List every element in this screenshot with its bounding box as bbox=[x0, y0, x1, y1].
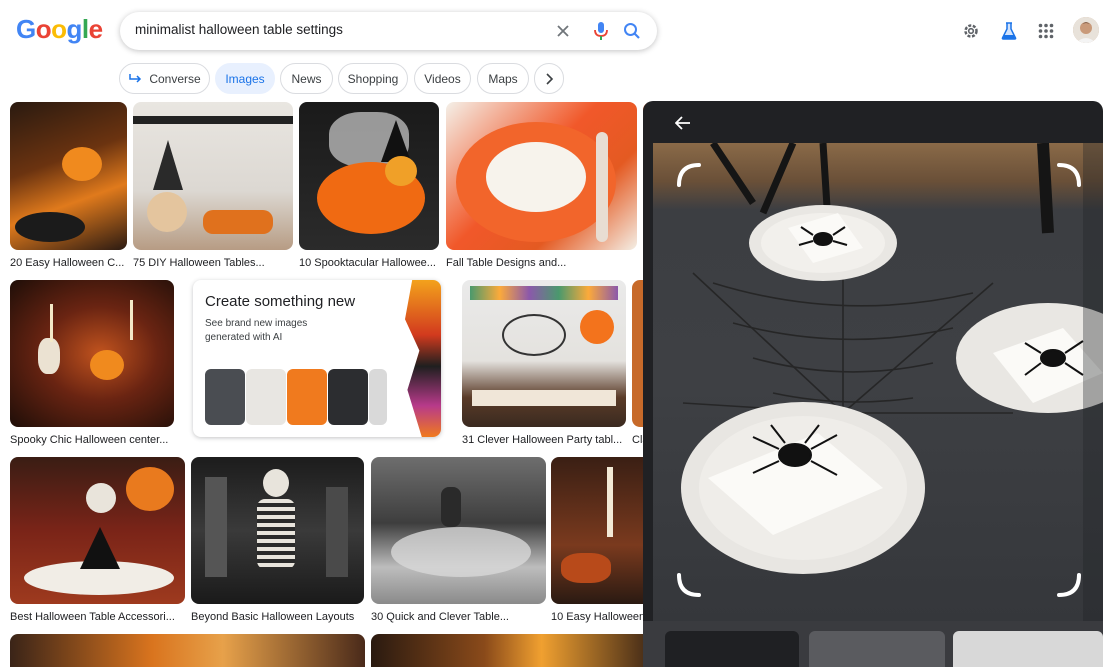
result-image[interactable] bbox=[299, 102, 439, 250]
chip-maps[interactable]: Maps bbox=[477, 63, 529, 94]
search-icon[interactable] bbox=[620, 19, 644, 43]
result-caption[interactable]: 20 Easy Halloween C... bbox=[10, 257, 127, 269]
promo-thumbnail bbox=[369, 369, 387, 425]
close-icon[interactable] bbox=[552, 20, 574, 42]
chip-shopping[interactable]: Shopping bbox=[338, 63, 408, 94]
related-thumbnail[interactable] bbox=[809, 631, 945, 667]
promo-subtitle: generated with AI bbox=[205, 332, 283, 343]
result-image[interactable] bbox=[551, 457, 655, 604]
promo-decoration bbox=[405, 280, 441, 437]
arrow-left-icon bbox=[675, 116, 690, 130]
create-something-new-card[interactable]: Create something new See brand new image… bbox=[193, 280, 441, 437]
result-image[interactable] bbox=[10, 280, 174, 427]
result-image[interactable] bbox=[446, 102, 637, 250]
result-image[interactable] bbox=[371, 634, 655, 667]
result-image[interactable] bbox=[462, 280, 626, 427]
promo-thumbnail bbox=[246, 369, 286, 425]
microphone-icon[interactable] bbox=[590, 19, 612, 43]
related-thumbnail[interactable] bbox=[953, 631, 1103, 667]
result-image[interactable] bbox=[10, 457, 185, 604]
back-button[interactable] bbox=[671, 111, 695, 135]
chip-label: Shopping bbox=[347, 71, 399, 86]
google-logo[interactable]: Google bbox=[16, 14, 103, 45]
chevron-right-icon[interactable] bbox=[534, 63, 564, 94]
chip-converse[interactable]: Converse bbox=[119, 63, 210, 94]
result-image[interactable] bbox=[133, 102, 293, 250]
promo-subtitle: See brand new images bbox=[205, 318, 308, 329]
result-caption[interactable]: Spooky Chic Halloween center... bbox=[10, 434, 174, 446]
apps-grid-icon[interactable] bbox=[1035, 20, 1057, 42]
gear-icon[interactable] bbox=[960, 20, 982, 42]
chip-label: Images bbox=[225, 71, 265, 86]
promo-title: Create something new bbox=[205, 293, 356, 310]
converse-arrow-icon bbox=[129, 73, 142, 83]
result-image[interactable] bbox=[191, 457, 364, 604]
avatar[interactable] bbox=[1073, 17, 1099, 43]
result-caption[interactable]: Beyond Basic Halloween Layouts bbox=[191, 611, 364, 623]
search-input[interactable]: minimalist halloween table settings bbox=[135, 22, 343, 37]
result-caption[interactable]: 10 Easy Halloween Q bbox=[551, 611, 654, 623]
result-caption[interactable]: 10 Spooktacular Hallowee... bbox=[299, 257, 439, 269]
crop-frame[interactable] bbox=[677, 163, 1081, 597]
chip-images[interactable]: Images bbox=[215, 63, 275, 94]
promo-thumbnail bbox=[205, 369, 245, 425]
result-caption[interactable]: Best Halloween Table Accessori... bbox=[10, 611, 185, 623]
result-caption[interactable]: 31 Clever Halloween Party tabl... bbox=[462, 434, 626, 446]
result-caption[interactable]: 30 Quick and Clever Table... bbox=[371, 611, 546, 623]
promo-thumbnail bbox=[287, 369, 327, 425]
chip-label: Maps bbox=[488, 71, 518, 86]
chip-label: Videos bbox=[424, 71, 461, 86]
result-caption[interactable]: Fall Table Designs and... bbox=[446, 257, 637, 269]
image-viewer-panel bbox=[643, 101, 1103, 667]
related-thumbnail[interactable] bbox=[665, 631, 799, 667]
promo-thumbnail bbox=[328, 369, 368, 425]
result-caption[interactable]: 75 DIY Halloween Tables... bbox=[133, 257, 293, 269]
result-image[interactable] bbox=[10, 634, 365, 667]
result-image[interactable] bbox=[10, 102, 127, 250]
related-strip bbox=[643, 621, 1103, 667]
result-image[interactable] bbox=[371, 457, 546, 604]
chip-label: News bbox=[291, 71, 322, 86]
chip-videos[interactable]: Videos bbox=[414, 63, 471, 94]
chip-label: Converse bbox=[149, 71, 201, 86]
chip-news[interactable]: News bbox=[280, 63, 333, 94]
flask-icon[interactable] bbox=[998, 20, 1020, 42]
